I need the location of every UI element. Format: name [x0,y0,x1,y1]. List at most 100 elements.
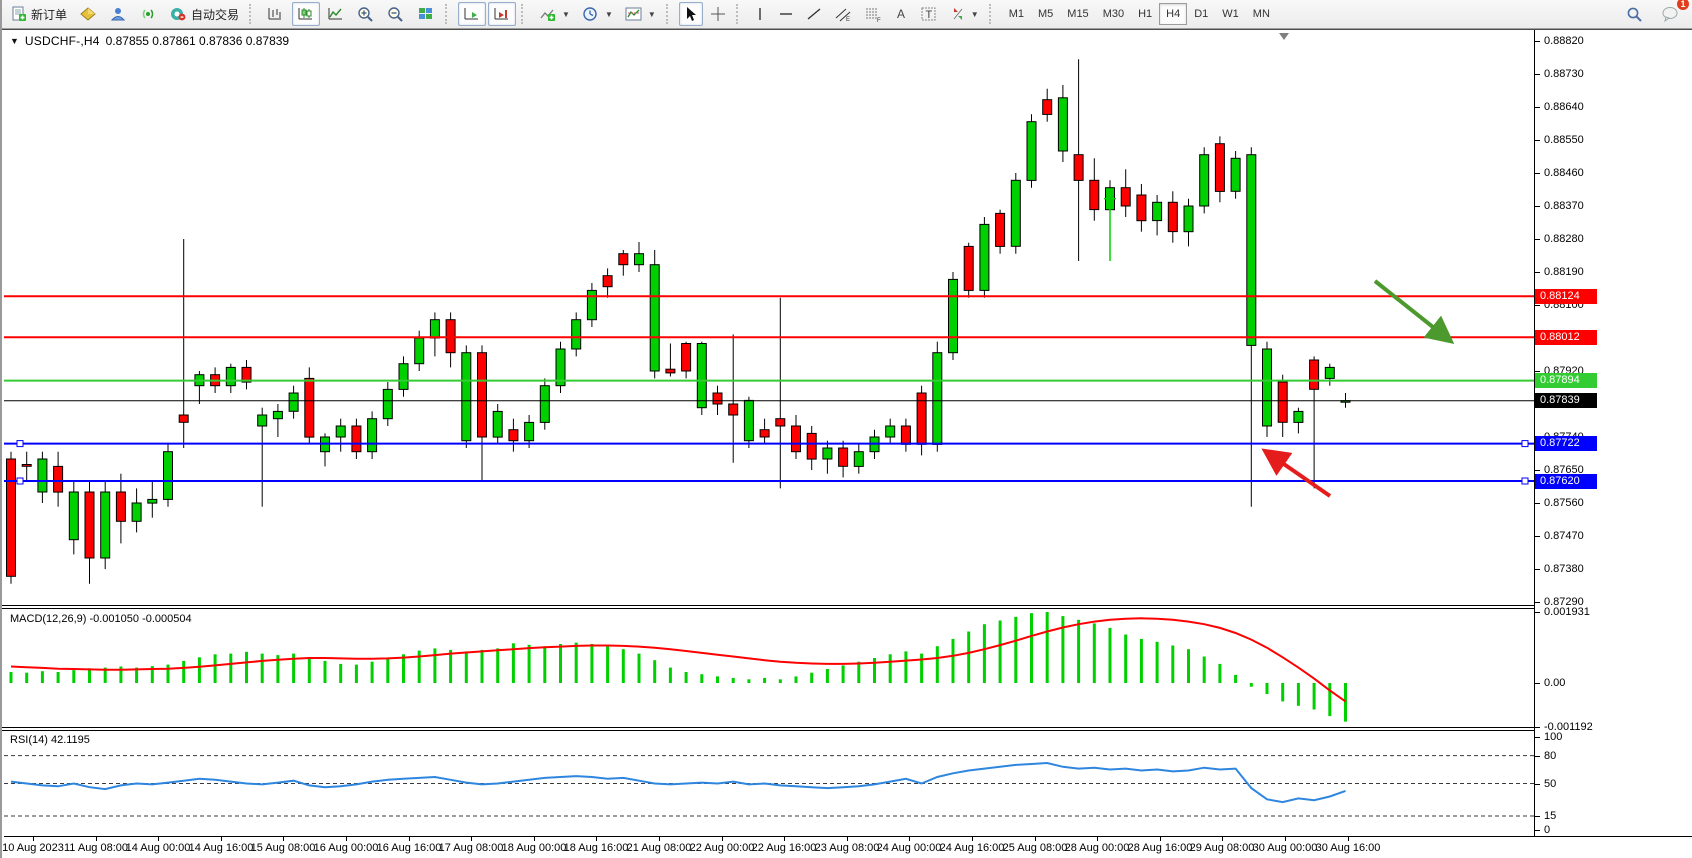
zoom-out-button[interactable] [382,2,410,26]
price-tick: 0.88730 [1535,67,1584,81]
tile-windows-button[interactable] [412,2,440,26]
chart-shift-button[interactable] [488,2,516,26]
macd-histogram [4,609,1534,728]
macd-signal-line [11,618,1346,701]
auto-scroll-icon [463,6,481,22]
signal-button[interactable] [134,2,162,26]
macd-axis-tick: 0.001931 [1535,605,1590,619]
svg-text:A: A [897,7,905,21]
support-blue-line-1-handle[interactable] [17,441,23,447]
resistance-line-1-price-tag[interactable]: 0.88124 [1535,289,1597,304]
fibonacci-button[interactable]: F [859,2,887,26]
pivot-green-line-price-tag[interactable]: 0.87894 [1535,373,1597,388]
support-blue-line-2-handle[interactable] [17,478,23,484]
rsi-axis-tick: 80 [1535,749,1556,763]
timeframe-M1[interactable]: M1 [1002,3,1031,25]
cursor-button[interactable] [679,2,703,26]
chart-shift-icon [493,6,511,22]
time-tick [221,837,222,841]
toolbar-separator [666,4,672,24]
toolbar-separator [249,4,255,24]
candles-layer [4,30,1534,607]
time-tick [158,837,159,841]
vertical-line-button[interactable] [749,2,771,26]
arrows-button[interactable]: ▼ [945,2,984,26]
bid-price-line-price-tag[interactable]: 0.87839 [1535,393,1597,408]
timeframe-H4[interactable]: H4 [1159,3,1187,25]
indicators-icon [539,6,557,22]
line-chart-button[interactable] [322,2,350,26]
price-tick: 0.88460 [1535,166,1584,180]
price-tick: 0.88370 [1535,199,1584,213]
price-axis[interactable]: 0.888200.887300.886400.885500.884600.883… [1534,30,1692,836]
profile-icon [109,6,127,22]
symbol-title: USDCHF-,H4 [25,34,100,48]
bar-chart-button[interactable] [262,2,290,26]
timeframe-M5[interactable]: M5 [1031,3,1060,25]
indicators-button[interactable]: ▼ [534,2,575,26]
trendline-icon [806,6,822,22]
green-down-arrow[interactable] [1375,281,1448,339]
zoom-in-button[interactable] [352,2,380,26]
market-watch-button[interactable] [74,2,102,26]
time-tick [1097,837,1098,841]
chat-button[interactable]: 1 [1656,2,1684,26]
timeframe-D1[interactable]: D1 [1187,3,1215,25]
zoom-in-icon [357,6,375,22]
support-blue-line-2-handle[interactable] [1522,478,1528,484]
new-order-button[interactable]: 新订单 [6,2,72,26]
timeframe-bar: M1M5M15M30H1H4D1W1MN [1002,3,1277,25]
red-up-arrow[interactable] [1268,453,1330,496]
text-label-button[interactable]: T [915,2,943,26]
horizontal-line-button[interactable] [773,2,799,26]
time-tick [96,837,97,841]
toolbar-separator [445,4,451,24]
price-tick: 0.87560 [1535,496,1584,510]
autotrading-icon [169,6,187,22]
autotrading-button[interactable]: 自动交易 [164,2,244,26]
vertical-line-icon [754,6,766,22]
macd-label: MACD(12,26,9) -0.001050 -0.000504 [10,613,192,625]
chat-badge: 1 [1677,0,1689,10]
time-tick [283,837,284,841]
timeframe-W1[interactable]: W1 [1215,3,1246,25]
timeframe-M30[interactable]: M30 [1096,3,1131,25]
toolbar: 新订单 自动交易 [2,0,1692,29]
text-button[interactable]: A [889,2,913,26]
timeframe-MN[interactable]: MN [1246,3,1277,25]
periods-button[interactable]: ▼ [577,2,618,26]
equidistant-channel-icon: E [834,6,852,22]
equidistant-channel-button[interactable]: E [829,2,857,26]
toolbar-separator [736,4,742,24]
auto-scroll-button[interactable] [458,2,486,26]
search-icon [1626,6,1643,22]
profile-button[interactable] [104,2,132,26]
crosshair-button[interactable] [705,2,731,26]
time-tick [784,837,785,841]
timeframe-H1[interactable]: H1 [1131,3,1159,25]
time-axis[interactable]: 10 Aug 202311 Aug 08:0014 Aug 00:0014 Au… [4,836,1692,858]
time-tick [346,837,347,841]
text-label-icon: T [920,6,938,22]
tile-windows-icon [417,6,435,22]
chart-shift-marker[interactable] [1279,33,1289,40]
candlestick-chart-button[interactable] [292,2,320,26]
macd-axis-tick: 0.00 [1535,676,1565,690]
support-blue-line-2-price-tag[interactable]: 0.87620 [1535,474,1597,489]
support-blue-line-1-handle[interactable] [1522,441,1528,447]
time-tick [972,837,973,841]
arrow-objects-icon [950,6,966,22]
search-button[interactable] [1621,2,1648,26]
main-chart-pane[interactable] [4,30,1534,607]
mt4-window: 新订单 自动交易 [0,0,1692,858]
macd-pane[interactable] [4,609,1534,728]
bar-chart-icon [267,6,285,22]
templates-button[interactable]: ▼ [620,2,661,26]
chevron-down-icon: ▼ [605,10,613,19]
support-blue-line-1-price-tag[interactable]: 0.87722 [1535,436,1597,451]
rsi-pane[interactable] [4,731,1534,836]
rsi-axis-tick: 0 [1535,823,1550,837]
timeframe-M15[interactable]: M15 [1060,3,1095,25]
trendline-button[interactable] [801,2,827,26]
resistance-line-2-price-tag[interactable]: 0.88012 [1535,330,1597,345]
